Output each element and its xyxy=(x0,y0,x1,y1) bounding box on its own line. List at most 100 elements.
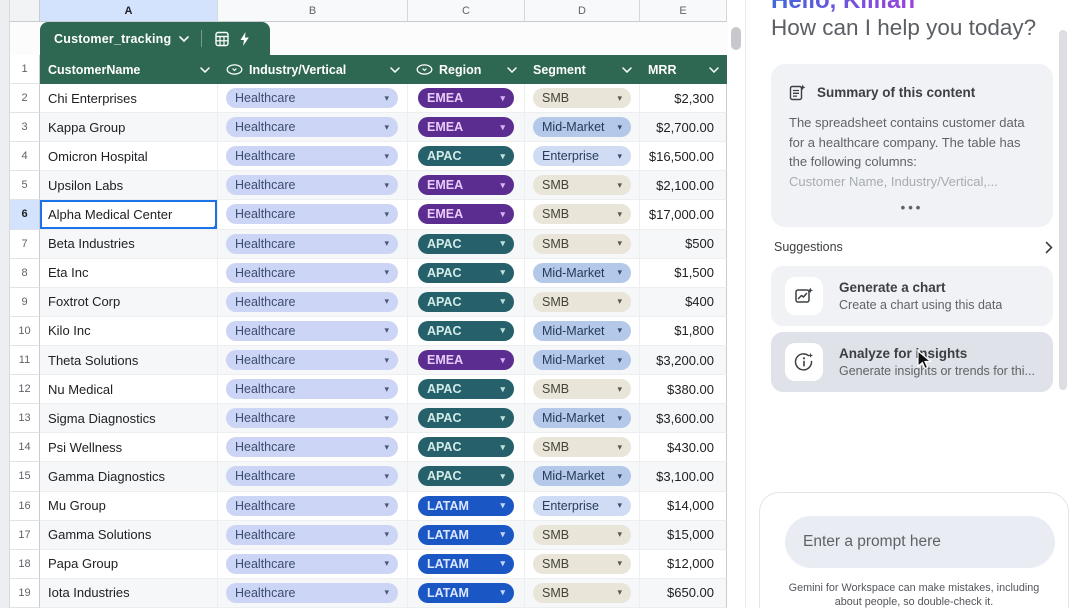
customer-name-cell[interactable]: Iota Industries xyxy=(40,578,218,608)
industry-cell[interactable]: Healthcare ▾ xyxy=(218,578,408,608)
industry-chip[interactable]: Healthcare ▾ xyxy=(226,146,398,167)
header-cell-region[interactable]: Region xyxy=(408,55,525,84)
industry-chip[interactable]: Healthcare ▾ xyxy=(226,204,398,225)
header-cell-mrr[interactable]: MRR xyxy=(640,55,727,84)
segment-cell[interactable]: SMB ▾ xyxy=(525,84,640,114)
region-cell[interactable]: APAC ▾ xyxy=(408,462,525,492)
suggestion-analyze-insights[interactable]: Analyze for insights Generate insights o… xyxy=(771,332,1053,392)
customer-name-cell[interactable]: Gamma Diagnostics xyxy=(40,462,218,492)
industry-cell[interactable]: Healthcare ▾ xyxy=(218,375,408,405)
prompt-input[interactable]: Enter a prompt here xyxy=(785,516,1055,568)
header-cell-customername[interactable]: CustomerName xyxy=(40,55,218,84)
filter-chevron-icon[interactable] xyxy=(709,66,719,73)
filter-chevron-icon[interactable] xyxy=(390,66,400,73)
region-chip[interactable]: APAC ▾ xyxy=(418,291,514,312)
chevron-right-icon[interactable] xyxy=(1045,241,1053,254)
industry-chip[interactable]: Healthcare ▾ xyxy=(226,524,398,545)
mrr-cell[interactable]: $15,000 xyxy=(640,520,727,550)
row-header-13[interactable]: 13 xyxy=(10,404,40,434)
row-header-19[interactable]: 19 xyxy=(10,578,40,608)
customer-name-cell[interactable]: Omicron Hospital xyxy=(40,142,218,172)
summary-card[interactable]: Summary of this content The spreadsheet … xyxy=(771,64,1053,227)
region-chip[interactable]: APAC ▾ xyxy=(418,262,514,283)
mrr-cell[interactable]: $400 xyxy=(640,287,727,317)
customer-name-cell[interactable]: Kappa Group xyxy=(40,113,218,143)
industry-chip[interactable]: Healthcare ▾ xyxy=(226,291,398,312)
region-cell[interactable]: APAC ▾ xyxy=(408,404,525,434)
region-cell[interactable]: APAC ▾ xyxy=(408,316,525,346)
industry-cell[interactable]: Healthcare ▾ xyxy=(218,549,408,579)
mrr-cell[interactable]: $3,100.00 xyxy=(640,462,727,492)
segment-chip[interactable]: SMB ▾ xyxy=(533,553,631,574)
mrr-cell[interactable]: $2,100.00 xyxy=(640,171,727,201)
header-cell-industry-vertical[interactable]: Industry/Vertical xyxy=(218,55,408,84)
segment-cell[interactable]: SMB ▾ xyxy=(525,229,640,259)
industry-cell[interactable]: Healthcare ▾ xyxy=(218,520,408,550)
mrr-cell[interactable]: $17,000.00 xyxy=(640,200,727,230)
customer-name-cell[interactable]: Upsilon Labs xyxy=(40,171,218,201)
row-header-16[interactable]: 16 xyxy=(10,491,40,521)
chevron-down-icon[interactable] xyxy=(179,35,190,42)
customer-name-cell[interactable]: Nu Medical xyxy=(40,375,218,405)
row-header-2[interactable]: 2 xyxy=(10,84,40,114)
header-cell-segment[interactable]: Segment xyxy=(525,55,640,84)
segment-chip[interactable]: SMB ▾ xyxy=(533,233,631,254)
mrr-cell[interactable]: $650.00 xyxy=(640,578,727,608)
region-chip[interactable]: EMEA ▾ xyxy=(418,117,514,138)
region-cell[interactable]: EMEA ▾ xyxy=(408,345,525,376)
segment-cell[interactable]: Mid-Market ▾ xyxy=(525,113,640,143)
region-cell[interactable]: LATAM ▾ xyxy=(408,549,525,579)
segment-cell[interactable]: Mid-Market ▾ xyxy=(525,258,640,288)
column-header-e[interactable]: E xyxy=(640,0,727,22)
mrr-cell[interactable]: $2,700.00 xyxy=(640,113,727,143)
segment-chip[interactable]: SMB ▾ xyxy=(533,204,631,225)
row-header-17[interactable]: 17 xyxy=(10,520,40,550)
customer-name-cell[interactable]: Foxtrot Corp xyxy=(40,287,218,317)
column-header-a[interactable]: A xyxy=(40,0,218,22)
industry-cell[interactable]: Healthcare ▾ xyxy=(218,113,408,143)
customer-name-cell[interactable]: Gamma Solutions xyxy=(40,520,218,550)
row-header-6[interactable]: 6 xyxy=(10,200,40,230)
customer-name-cell[interactable]: Theta Solutions xyxy=(40,345,218,376)
suggestion-generate-chart[interactable]: Generate a chart Create a chart using th… xyxy=(771,266,1053,326)
region-chip[interactable]: EMEA ▾ xyxy=(418,350,514,371)
segment-cell[interactable]: SMB ▾ xyxy=(525,287,640,317)
segment-cell[interactable]: Mid-Market ▾ xyxy=(525,404,640,434)
customer-name-cell[interactable]: Sigma Diagnostics xyxy=(40,404,218,434)
industry-chip[interactable]: Healthcare ▾ xyxy=(226,350,398,371)
segment-cell[interactable]: SMB ▾ xyxy=(525,433,640,463)
region-chip[interactable]: LATAM ▾ xyxy=(418,582,514,603)
segment-chip[interactable]: SMB ▾ xyxy=(533,291,631,312)
filter-chevron-icon[interactable] xyxy=(507,66,517,73)
segment-chip[interactable]: SMB ▾ xyxy=(533,582,631,603)
industry-chip[interactable]: Healthcare ▾ xyxy=(226,175,398,196)
segment-chip[interactable]: Mid-Market ▾ xyxy=(533,117,631,138)
customer-name-cell[interactable]: Eta Inc xyxy=(40,258,218,288)
region-cell[interactable]: LATAM ▾ xyxy=(408,491,525,521)
industry-cell[interactable]: Healthcare ▾ xyxy=(218,171,408,201)
region-cell[interactable]: APAC ▾ xyxy=(408,229,525,259)
segment-cell[interactable]: SMB ▾ xyxy=(525,200,640,230)
industry-cell[interactable]: Healthcare ▾ xyxy=(218,258,408,288)
segment-chip[interactable]: Mid-Market ▾ xyxy=(533,320,631,341)
industry-chip[interactable]: Healthcare ▾ xyxy=(226,262,398,283)
industry-cell[interactable]: Healthcare ▾ xyxy=(218,142,408,172)
row-header-1[interactable]: 1 xyxy=(10,55,40,84)
mrr-cell[interactable]: $380.00 xyxy=(640,375,727,405)
segment-chip[interactable]: SMB ▾ xyxy=(533,379,631,400)
region-cell[interactable]: APAC ▾ xyxy=(408,258,525,288)
customer-name-cell[interactable]: Papa Group xyxy=(40,549,218,579)
customer-name-cell[interactable]: Alpha Medical Center xyxy=(40,200,218,230)
region-chip[interactable]: APAC ▾ xyxy=(418,408,514,429)
industry-cell[interactable]: Healthcare ▾ xyxy=(218,229,408,259)
mrr-cell[interactable]: $14,000 xyxy=(640,491,727,521)
region-cell[interactable]: LATAM ▾ xyxy=(408,520,525,550)
region-chip[interactable]: APAC ▾ xyxy=(418,320,514,341)
segment-chip[interactable]: Enterprise ▾ xyxy=(533,495,631,516)
select-all-corner[interactable] xyxy=(10,0,40,22)
region-cell[interactable]: APAC ▾ xyxy=(408,433,525,463)
customer-name-cell[interactable]: Chi Enterprises xyxy=(40,84,218,114)
region-cell[interactable]: APAC ▾ xyxy=(408,375,525,405)
region-cell[interactable]: APAC ▾ xyxy=(408,142,525,172)
region-cell[interactable]: APAC ▾ xyxy=(408,287,525,317)
